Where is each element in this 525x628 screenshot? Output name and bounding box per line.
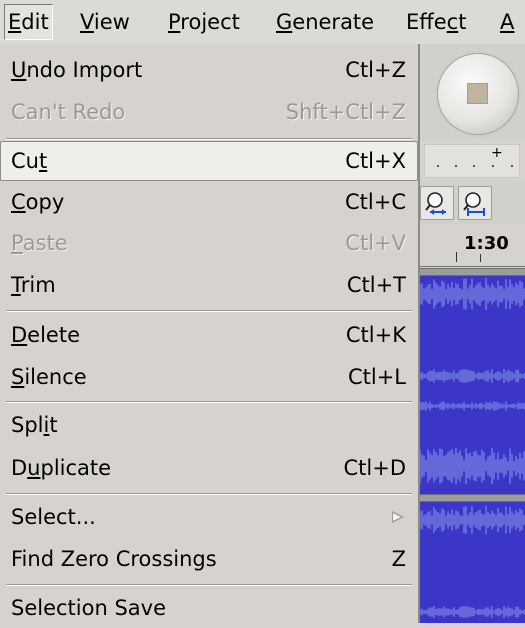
view-toolbar — [420, 180, 525, 224]
menu-project[interactable]: Project — [168, 4, 240, 40]
transport-toolbar — [420, 44, 525, 140]
menu-effect[interactable]: Effect — [406, 4, 466, 40]
stop-button[interactable] — [437, 53, 519, 135]
project-window: + 1:30 — [420, 44, 525, 623]
menu-view[interactable]: View — [80, 4, 130, 40]
menu-separator — [6, 584, 412, 586]
menu-generate[interactable]: Generate — [276, 4, 374, 40]
waveform — [420, 278, 525, 484]
shortcut-label: Ctl+V — [345, 231, 406, 255]
menu-item-delete[interactable]: Delete Ctl+K — [0, 315, 418, 355]
shortcut-label: Z — [391, 547, 406, 571]
menu-separator — [6, 138, 412, 140]
menu-separator — [6, 493, 412, 495]
zoom-selection-icon — [463, 192, 485, 216]
track-separator — [420, 494, 525, 502]
level-meter[interactable]: + — [424, 144, 520, 178]
menu-item-trim[interactable]: Trim Ctl+T — [0, 265, 418, 305]
menu-item-selection-save[interactable]: Selection Save — [0, 588, 418, 628]
shortcut-label: Ctl+L — [347, 365, 406, 389]
menu-item-select[interactable]: Select... — [0, 497, 418, 537]
audio-track-2[interactable] — [420, 502, 525, 623]
shortcut-label: Ctl+T — [346, 273, 406, 297]
submenu-arrow-icon — [392, 511, 404, 523]
menu-separator — [6, 401, 412, 403]
track-separator — [420, 268, 525, 276]
menu-item-redo[interactable]: Can't Redo Shft+Ctl+Z — [0, 92, 418, 132]
zoom-selection-button[interactable] — [458, 186, 492, 220]
menu-item-copy[interactable]: Copy Ctl+C — [0, 182, 418, 222]
menu-analyze[interactable]: A — [500, 4, 514, 40]
menu-item-paste[interactable]: Paste Ctl+V — [0, 223, 418, 263]
menu-item-undo[interactable]: Undo Import Ctl+Z — [0, 50, 418, 90]
meter-marker: + — [491, 145, 503, 161]
edit-menu-dropdown: Undo Import Ctl+Z Can't Redo Shft+Ctl+Z … — [0, 44, 420, 623]
stop-icon — [467, 83, 488, 104]
menu-item-find-zero-crossings[interactable]: Find Zero Crossings Z — [0, 539, 418, 579]
timeline-ruler[interactable]: 1:30 — [420, 226, 525, 267]
shortcut-label: Ctl+K — [345, 323, 406, 347]
shortcut-label: Ctl+X — [345, 149, 406, 173]
shortcut-label: Ctl+C — [345, 190, 406, 214]
menu-item-cut[interactable]: Cut Ctl+X — [0, 141, 418, 181]
menu-separator — [6, 310, 412, 312]
menu-item-silence[interactable]: Silence Ctl+L — [0, 357, 418, 397]
shortcut-label: Shft+Ctl+Z — [285, 100, 406, 124]
menu-item-duplicate[interactable]: Duplicate Ctl+D — [0, 448, 418, 488]
menu-edit[interactable]: Edit — [4, 4, 53, 40]
zoom-fit-icon — [425, 192, 446, 215]
menu-item-split[interactable]: Split — [0, 405, 418, 445]
shortcut-label: Ctl+D — [343, 456, 407, 480]
shortcut-label: Ctl+Z — [345, 58, 406, 82]
zoom-fit-button[interactable] — [420, 186, 454, 220]
ruler-time-label: 1:30 — [464, 233, 509, 254]
audio-track-1[interactable] — [420, 276, 525, 494]
menu-bar: Edit View Project Generate Effect A — [0, 0, 525, 44]
waveform — [420, 506, 525, 618]
